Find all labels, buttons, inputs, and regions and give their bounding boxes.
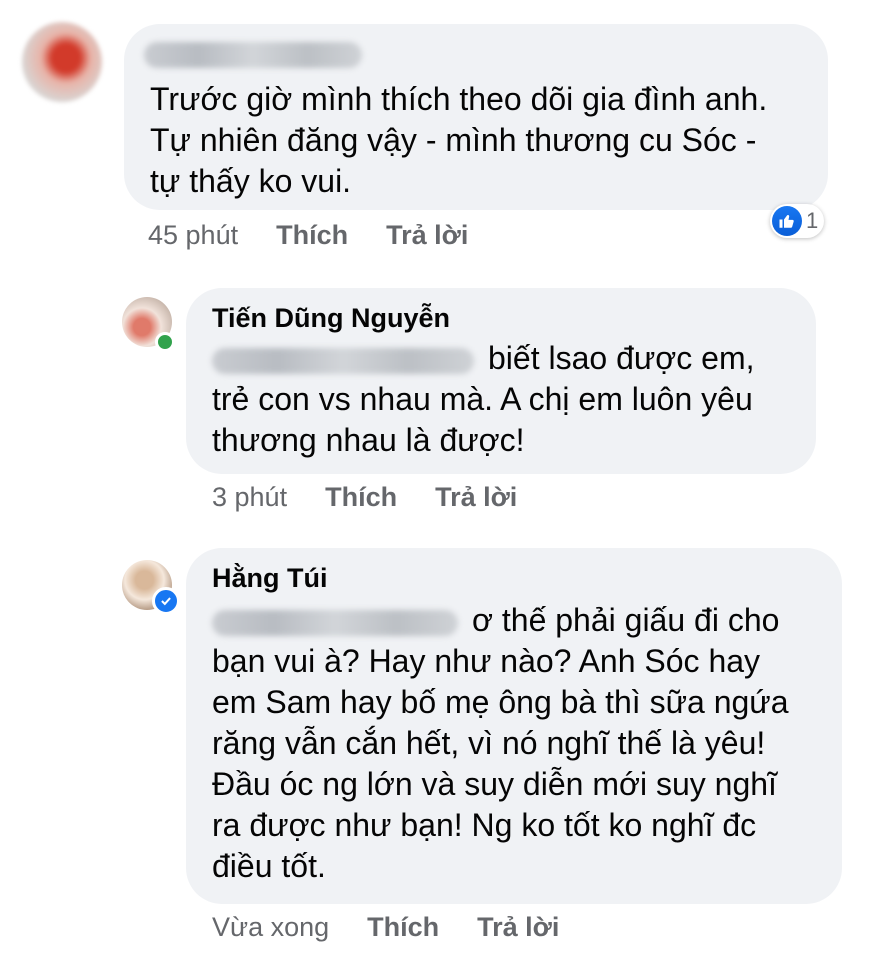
comment-actions: 45 phút Thích Trả lời bbox=[148, 218, 468, 252]
commenter-avatar[interactable] bbox=[22, 22, 102, 102]
author-name[interactable]: Tiến Dũng Nguyễn bbox=[212, 302, 450, 334]
comment-text: ơ thế phải giấu đi cho bạn vui à? Hay nh… bbox=[212, 602, 789, 884]
comment-text: biết lsao được em, trẻ con vs nhau mà. A… bbox=[212, 340, 755, 458]
mentioned-user-blurred[interactable] bbox=[212, 609, 458, 636]
comment-text: Trước giờ mình thích theo dõi gia đình a… bbox=[150, 81, 768, 199]
mentioned-user-blurred[interactable] bbox=[212, 347, 474, 374]
author-name-blurred[interactable] bbox=[144, 42, 362, 68]
comment-time[interactable]: Vừa xong bbox=[212, 912, 329, 943]
comment-time[interactable]: 45 phút bbox=[148, 220, 238, 251]
reply-button[interactable]: Trả lời bbox=[435, 482, 517, 513]
comment-time[interactable]: 3 phút bbox=[212, 482, 287, 513]
like-button[interactable]: Thích bbox=[367, 912, 439, 943]
comment-bubble: Trước giờ mình thích theo dõi gia đình a… bbox=[124, 24, 828, 210]
reply-button[interactable]: Trả lời bbox=[477, 912, 559, 943]
comment-actions: 3 phút Thích Trả lời bbox=[212, 480, 517, 514]
reaction-count: 1 bbox=[806, 208, 819, 233]
comment-bubble: Tiến Dũng Nguyễn biết lsao được em, trẻ … bbox=[186, 288, 816, 474]
comment-bubble: Hằng Túi ơ thế phải giấu đi cho bạn vui … bbox=[186, 548, 842, 904]
reaction-badge[interactable]: 1 bbox=[770, 204, 825, 238]
thumbs-up-icon bbox=[772, 206, 802, 236]
like-button[interactable]: Thích bbox=[325, 482, 397, 513]
online-status-indicator bbox=[155, 332, 175, 352]
like-button[interactable]: Thích bbox=[276, 220, 348, 251]
checkmark-icon bbox=[161, 597, 171, 606]
verified-badge bbox=[152, 587, 180, 615]
reply-button[interactable]: Trả lời bbox=[386, 220, 468, 251]
comment-actions: Vừa xong Thích Trả lời bbox=[212, 910, 559, 944]
author-name[interactable]: Hằng Túi bbox=[212, 562, 328, 594]
